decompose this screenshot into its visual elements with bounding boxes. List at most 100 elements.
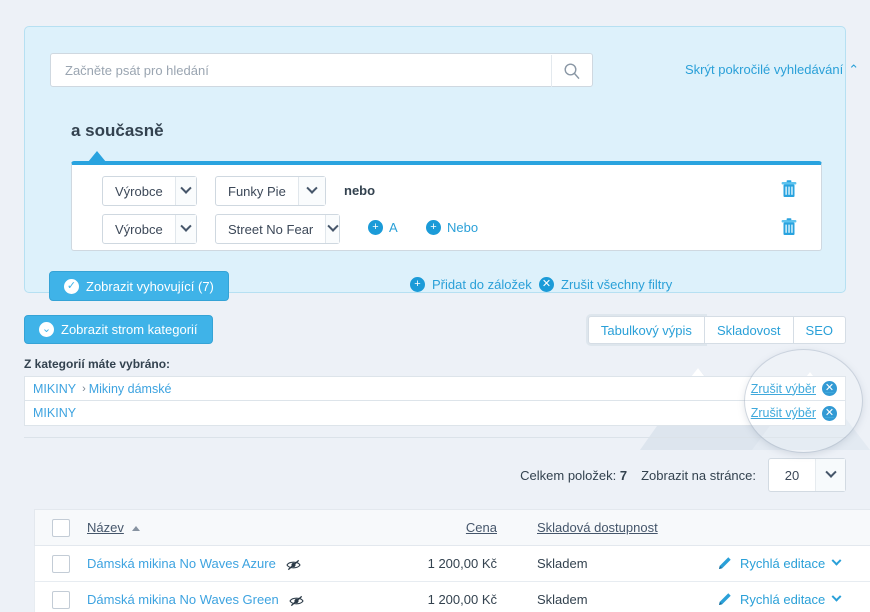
per-page-select[interactable]: 20 — [768, 458, 846, 492]
tab-table-listing[interactable]: Tabulkový výpis — [587, 316, 705, 344]
table-header-row: Název Cena Skladová dostupnost — [34, 509, 870, 546]
condition-group-label: a současně — [71, 121, 164, 140]
section-divider — [24, 437, 846, 438]
quick-edit-button[interactable]: Rychlá editace — [717, 555, 842, 571]
sort-ascending-icon — [131, 526, 140, 532]
add-and-condition-label: A — [389, 220, 398, 235]
row-select-cell — [35, 590, 87, 609]
condition-joiner-label: nebo — [344, 183, 376, 198]
advanced-search-panel: Skrýt pokročilé vyhledávání⌃ a současně … — [24, 26, 859, 301]
per-page-label: Zobrazit na stránce: — [641, 467, 756, 483]
plus-circle-icon: + — [426, 220, 441, 235]
delete-condition-button-2[interactable] — [781, 218, 797, 239]
column-header-stock-label: Skladová dostupnost — [537, 520, 658, 535]
product-price: 1 200,00 Kč — [427, 592, 497, 607]
cancel-selection-label: Zrušit výběr — [750, 406, 816, 420]
quick-edit-label: Rychlá editace — [740, 556, 826, 571]
clear-filters-button[interactable]: ✕ Zrušit všechny filtry — [539, 277, 672, 292]
products-table: Název Cena Skladová dostupnost Dámská mi… — [34, 509, 870, 612]
condition-panel-pointer — [88, 151, 106, 162]
condition-field-value-2: Výrobce — [115, 221, 163, 237]
search-box — [50, 53, 593, 87]
product-link[interactable]: Dámská mikina No Waves Azure — [87, 556, 276, 571]
column-header-name-label: Název — [87, 520, 124, 535]
row-checkbox[interactable] — [52, 590, 70, 609]
search-input[interactable] — [63, 54, 553, 86]
row-select-cell — [35, 554, 87, 573]
column-header-stock[interactable]: Skladová dostupnost — [497, 520, 707, 535]
show-category-tree-label: Zobrazit strom kategorií — [61, 322, 198, 337]
total-items-value: 7 — [619, 467, 628, 483]
condition-field-select-1[interactable]: Výrobce — [102, 176, 197, 206]
category-link-root[interactable]: MIKINY — [25, 382, 76, 396]
add-and-condition-button[interactable]: + A — [368, 220, 398, 235]
select-all-checkbox[interactable] — [52, 518, 70, 537]
eye-slash-icon[interactable] — [289, 595, 304, 607]
chevron-down-circle-icon: ⌄ — [39, 322, 54, 337]
condition-row: Výrobce Street No Fear + A + Nebo — [72, 214, 823, 246]
toggle-advanced-search-label: Skrýt pokročilé vyhledávání — [685, 62, 844, 77]
category-link-child[interactable]: Mikiny dámské — [89, 382, 172, 396]
search-row: Skrýt pokročilé vyhledávání ⌃ — [50, 53, 859, 87]
category-link-root[interactable]: MIKINY — [25, 406, 76, 420]
cancel-selection-button-2[interactable]: Zrušit výběr ✕ — [750, 405, 837, 421]
total-items-label: Celkem položek: — [520, 467, 617, 483]
toggle-advanced-search[interactable]: Skrýt pokročilé vyhledávání ⌃ — [685, 62, 859, 78]
quick-edit-button[interactable]: Rychlá editace — [717, 591, 842, 607]
condition-field-value-1: Výrobce — [115, 183, 163, 199]
row-actions-cell: Rychlá editace — [707, 591, 870, 607]
search-icon[interactable] — [551, 55, 591, 87]
chevron-down-icon — [815, 459, 845, 491]
close-circle-icon: ✕ — [539, 277, 554, 292]
product-stock: Skladem — [537, 556, 588, 571]
condition-field-select-2[interactable]: Výrobce — [102, 214, 197, 244]
chevron-down-icon — [174, 177, 196, 205]
page-root: Skrýt pokročilé vyhledávání⌃ a současně … — [0, 0, 870, 612]
product-link[interactable]: Dámská mikina No Waves Green — [87, 592, 279, 607]
column-header-price[interactable]: Cena — [375, 520, 497, 535]
product-name-cell: Dámská mikina No Waves Green — [87, 592, 375, 607]
view-tabs: Tabulkový výpis Skladovost SEO — [587, 316, 846, 344]
selected-category-row: MIKINY Zrušit výběr ✕ — [24, 401, 846, 426]
quick-edit-label: Rychlá editace — [740, 592, 826, 607]
add-or-condition-button[interactable]: + Nebo — [426, 220, 478, 235]
add-bookmark-button[interactable]: + Přidat do záložek — [410, 277, 532, 292]
total-items: Celkem položek: 7 — [520, 468, 627, 483]
breadcrumb-separator-icon: › — [82, 382, 86, 395]
column-header-price-label: Cena — [465, 520, 497, 535]
condition-row: Výrobce Funky Pie nebo — [72, 176, 823, 208]
select-all-cell — [35, 518, 87, 537]
close-circle-icon: ✕ — [822, 381, 837, 396]
product-price: 1 200,00 Kč — [427, 556, 497, 571]
close-circle-icon: ✕ — [822, 405, 837, 421]
cancel-selection-label: Zrušit výběr — [750, 381, 816, 396]
per-page-value: 20 — [784, 467, 800, 483]
add-bookmark-label: Přidat do záložek — [432, 277, 532, 292]
chevron-down-icon — [325, 215, 339, 243]
delete-condition-button-1[interactable] — [781, 180, 797, 201]
chevron-down-icon — [831, 591, 842, 602]
cancel-selection-button-1[interactable]: Zrušit výběr ✕ — [751, 381, 837, 396]
product-stock: Skladem — [537, 592, 588, 607]
tab-seo[interactable]: SEO — [793, 316, 846, 344]
column-header-name[interactable]: Název — [87, 520, 375, 535]
condition-value-select-2[interactable]: Street No Fear — [215, 214, 340, 244]
clear-filters-label: Zrušit všechny filtry — [561, 277, 673, 292]
condition-value-1: Funky Pie — [228, 183, 286, 199]
conditions-panel: Výrobce Funky Pie nebo Výrobce Street No… — [71, 161, 822, 251]
row-checkbox[interactable] — [52, 554, 70, 573]
pencil-icon — [719, 593, 731, 605]
show-category-tree-button[interactable]: ⌄ Zobrazit strom kategorií — [24, 315, 213, 344]
advanced-search-actions: + Přidat do záložek ✕ Zrušit všechny fil… — [25, 277, 847, 297]
eye-slash-icon[interactable] — [286, 559, 302, 571]
row-actions-cell: Rychlá editace — [707, 555, 870, 571]
table-row: Dámská mikina No Waves Azure 1 200,00 Kč… — [34, 546, 870, 582]
condition-value-2: Street No Fear — [228, 221, 314, 237]
plus-circle-icon: + — [368, 220, 383, 235]
pagination-controls: Celkem položek: 7 Zobrazit na stránce: 2… — [520, 458, 846, 492]
chevron-up-icon: ⌃ — [848, 62, 860, 77]
condition-value-select-1[interactable]: Funky Pie — [215, 176, 326, 206]
plus-circle-icon: + — [410, 277, 425, 292]
tab-stock[interactable]: Skladovost — [704, 316, 794, 344]
product-name-cell: Dámská mikina No Waves Azure — [87, 556, 375, 571]
